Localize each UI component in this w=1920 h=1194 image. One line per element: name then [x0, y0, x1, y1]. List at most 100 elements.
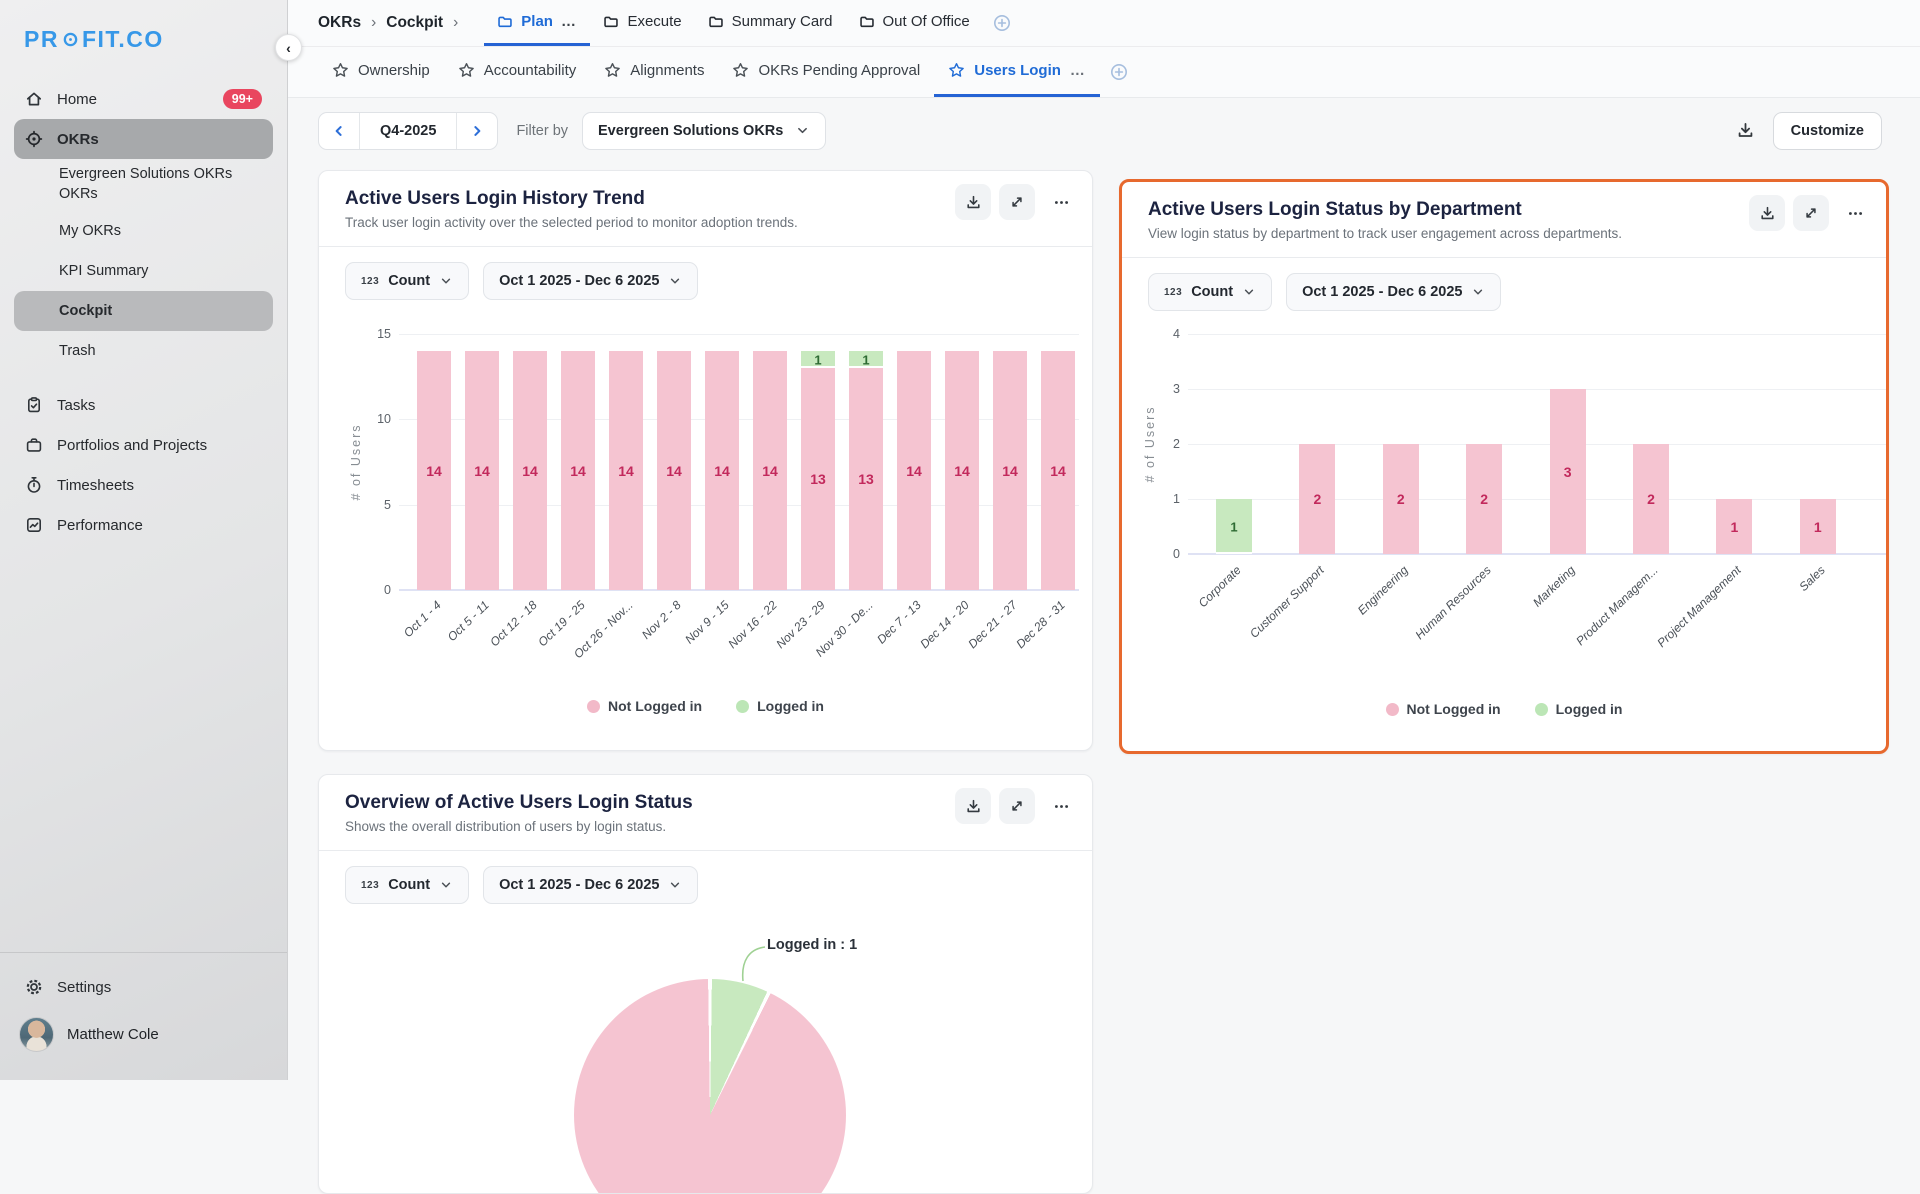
okr-filter-value: Evergreen Solutions OKRs — [598, 123, 783, 139]
sidebar-item-label: Performance — [57, 517, 262, 534]
bar-value-label: 14 — [474, 463, 490, 479]
bar-chart-department-status: # of Users012341Corporate2Customer Suppo… — [1122, 182, 1886, 751]
bar-value-label: 14 — [1002, 463, 1018, 479]
filter-bar: Q4-2025 Filter by Evergreen Solutions OK… — [288, 98, 1920, 163]
x-tick-label: Corporate — [1119, 563, 1244, 691]
sidebar-item-portfolios-and-projects[interactable]: Portfolios and Projects — [14, 425, 273, 465]
legend-dot — [1386, 703, 1399, 716]
legend-label: Not Logged in — [1407, 701, 1501, 717]
sidebar-item-label: My OKRs — [59, 223, 262, 239]
stopwatch-icon — [25, 476, 43, 494]
sidebar-item-label: Evergreen Solutions OKRs OKRs — [59, 165, 262, 204]
legend-item-not-logged-in[interactable]: Not Logged in — [1386, 701, 1501, 717]
gridline — [1188, 499, 1886, 500]
bar-value-label: 14 — [570, 463, 586, 479]
clipboard-icon — [25, 396, 43, 414]
tab-overflow-icon[interactable]: … — [1070, 62, 1087, 79]
tab-plan[interactable]: Plan… — [484, 0, 590, 46]
breadcrumb-separator: › — [453, 14, 458, 32]
home-icon — [25, 90, 43, 108]
y-tick-label: 10 — [357, 412, 391, 426]
legend-item-not-logged-in[interactable]: Not Logged in — [587, 698, 702, 714]
pie[interactable] — [574, 979, 846, 1194]
filter-by-label: Filter by — [516, 123, 568, 139]
breadcrumb-okrs[interactable]: OKRs — [318, 14, 361, 32]
bar-value-label: 2 — [1313, 491, 1321, 507]
next-period-button[interactable] — [456, 113, 497, 149]
bar-value-label: 14 — [714, 463, 730, 479]
sidebar-item-tasks[interactable]: Tasks — [14, 385, 273, 425]
sidebar-item-label: Tasks — [57, 397, 262, 414]
dashboard-tab-bar: Ownership AccountabilityAlignments OKRs Pe… — [288, 47, 1920, 98]
breadcrumb: OKRs › Cockpit › — [318, 0, 458, 46]
tab-accountability[interactable]: Accountability — [444, 47, 591, 97]
tab-label: Ownership — [358, 62, 430, 79]
sidebar-item-settings[interactable]: Settings — [0, 965, 287, 1009]
tab-users-login[interactable]: Users Login… — [934, 47, 1100, 97]
legend-label: Logged in — [1556, 701, 1623, 717]
bar-value-label: 2 — [1480, 491, 1488, 507]
download-button[interactable] — [1736, 121, 1755, 140]
sidebar-collapse-button[interactable]: ‹ — [275, 34, 302, 61]
star-icon — [948, 62, 965, 79]
user-menu[interactable]: Matthew Cole — [0, 1009, 287, 1059]
performance-icon — [25, 516, 43, 534]
bar-value-label: 14 — [618, 463, 634, 479]
chevron-right-icon — [469, 123, 485, 139]
legend-item-logged-in[interactable]: Logged in — [1535, 701, 1623, 717]
y-tick-label: 15 — [357, 327, 391, 341]
notification-badge: 99+ — [223, 89, 262, 109]
sidebar-item-my-okrs[interactable]: My OKRs — [14, 211, 273, 251]
period-value[interactable]: Q4-2025 — [359, 113, 456, 149]
sidebar-item-label: Trash — [59, 343, 262, 359]
legend-label: Not Logged in — [608, 698, 702, 714]
tab-label: OKRs Pending Approval — [758, 62, 920, 79]
prev-period-button[interactable] — [319, 113, 359, 149]
gridline — [1188, 553, 1886, 555]
sidebar-item-timesheets[interactable]: Timesheets — [14, 465, 273, 505]
bar-value-label: 13 — [810, 471, 826, 487]
breadcrumb-cockpit[interactable]: Cockpit — [386, 14, 443, 32]
bar-value-label: 2 — [1397, 491, 1405, 507]
tab-label: Summary Card — [732, 13, 833, 30]
sidebar-item-trash[interactable]: Trash — [14, 331, 273, 371]
bar-value-label: 1 — [1814, 519, 1822, 535]
sidebar-item-cockpit[interactable]: Cockpit — [14, 291, 273, 331]
sidebar-item-label: Timesheets — [57, 477, 262, 494]
legend-item-logged-in[interactable]: Logged in — [736, 698, 824, 714]
filter-bar-actions: Customize — [1736, 98, 1882, 163]
y-tick-label: 2 — [1146, 437, 1180, 451]
tab-execute[interactable]: Execute — [590, 0, 694, 46]
bar-value-label: 14 — [522, 463, 538, 479]
sidebar-item-kpi-summary[interactable]: KPI Summary — [14, 251, 273, 291]
tab-out-of-office[interactable]: Out Of Office — [846, 0, 983, 46]
folder-icon — [859, 14, 875, 30]
gridline — [1188, 389, 1886, 390]
y-tick-label: 3 — [1146, 382, 1180, 396]
sidebar-item-label: OKRs — [57, 131, 262, 148]
chart-legend: Not Logged in Logged in — [319, 698, 1092, 714]
y-tick-label: 5 — [357, 498, 391, 512]
tab-overflow-icon[interactable]: … — [561, 13, 578, 30]
sidebar-item-performance[interactable]: Performance — [14, 505, 273, 545]
folder-icon — [603, 14, 619, 30]
tab-summary-card[interactable]: Summary Card — [695, 0, 846, 46]
sidebar: PR FIT.CO Home99+ OKRs Evergreen Solutions… — [0, 0, 288, 1080]
okr-filter-dropdown[interactable]: Evergreen Solutions OKRs — [582, 112, 826, 150]
tab-alignments[interactable]: Alignments — [590, 47, 718, 97]
folder-icon — [708, 14, 724, 30]
logo: PR FIT.CO — [0, 0, 287, 53]
add-tab-button[interactable] — [993, 0, 1011, 46]
tab-okrs-pending-approval[interactable]: OKRs Pending Approval — [718, 47, 934, 97]
y-tick-label: 1 — [1146, 492, 1180, 506]
star-icon — [604, 62, 621, 79]
customize-button[interactable]: Customize — [1773, 112, 1882, 150]
y-axis-title: # of Users — [349, 424, 363, 501]
bar-value-label: 2 — [1647, 491, 1655, 507]
sidebar-item-home[interactable]: Home99+ — [14, 79, 273, 119]
add-dashboard-tab-button[interactable] — [1110, 47, 1128, 97]
sidebar-item-okrs[interactable]: OKRs — [14, 119, 273, 159]
tab-ownership[interactable]: Ownership — [318, 47, 444, 97]
breadcrumb-separator: › — [371, 14, 376, 32]
sidebar-item-evergreen-solutions-okrs-okrs[interactable]: Evergreen Solutions OKRs OKRs — [14, 159, 273, 211]
